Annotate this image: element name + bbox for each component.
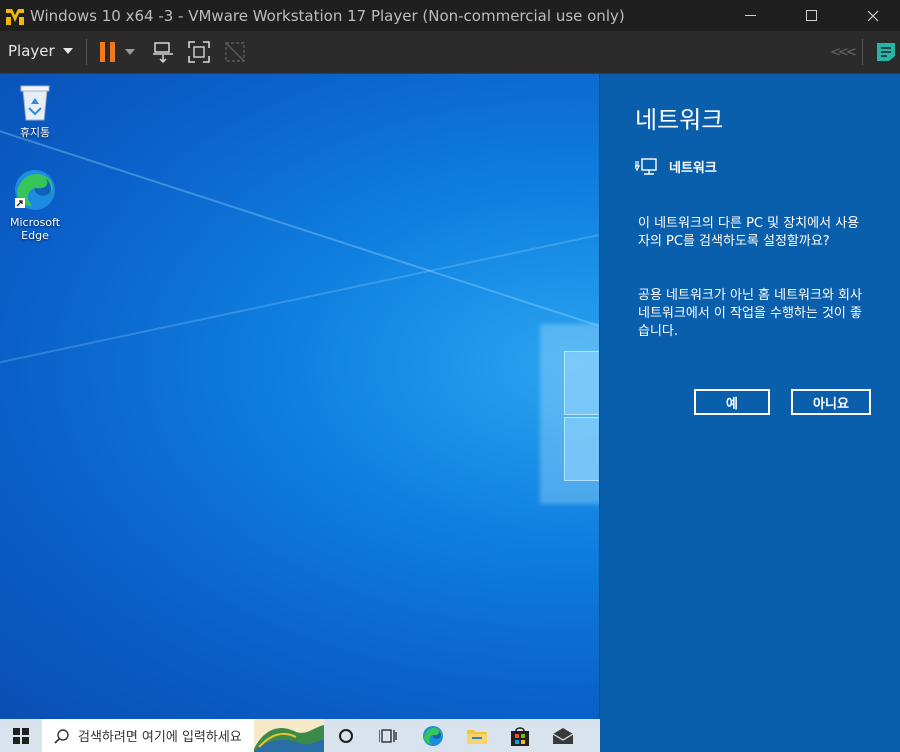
minimize-icon [744, 15, 756, 16]
double-chevron-left-icon: <<< [830, 44, 857, 60]
start-button[interactable] [0, 719, 42, 752]
taskbar-search-box[interactable]: 검색하려면 여기에 입력하세요 [42, 719, 324, 752]
wallpaper-light-beam [0, 114, 600, 348]
network-row: 네트워크 [635, 157, 717, 176]
cortana-circle-icon [339, 728, 353, 743]
edge-icon [15, 170, 55, 210]
toolbar-divider [862, 39, 863, 65]
yes-button[interactable]: 예 [694, 389, 770, 415]
desktop-icon-label: Microsoft Edge [9, 216, 61, 242]
mail-button[interactable] [543, 719, 583, 752]
toolbar-divider [86, 39, 87, 65]
search-icon [54, 728, 69, 744]
minimize-button[interactable] [727, 0, 773, 31]
windows-logo-icon [13, 727, 29, 744]
pause-options-dropdown[interactable] [120, 39, 140, 65]
fullscreen-icon [188, 41, 210, 63]
chevron-down-icon [62, 48, 73, 54]
no-button[interactable]: 아니요 [791, 389, 871, 415]
recycle-bin-icon [20, 85, 50, 121]
wallpaper-window-pane [564, 351, 600, 415]
edge-shortcut[interactable]: Microsoft Edge [0, 168, 70, 242]
pause-button[interactable] [95, 39, 121, 65]
ethernet-network-icon [635, 157, 657, 175]
message-log-button[interactable] [873, 39, 899, 65]
taskbar-edge-button[interactable] [413, 719, 453, 752]
unity-button[interactable] [222, 39, 248, 65]
cortana-button[interactable] [326, 719, 366, 752]
discovery-advice: 공용 네트워크가 아닌 홈 네트워크와 회사 네트워크에서 이 작업을 수행하는… [638, 288, 862, 339]
vmware-titlebar: Windows 10 x64 -3 - VMware Workstation 1… [0, 0, 900, 31]
flyout-title: 네트워크 [635, 106, 724, 134]
pause-icon [100, 42, 115, 62]
unity-disabled-icon [225, 42, 245, 62]
task-view-button[interactable] [368, 719, 408, 752]
microsoft-store-button[interactable] [500, 719, 540, 752]
guest-desktop[interactable]: 휴지통 Microsoft Edge [0, 74, 600, 719]
search-placeholder: 검색하려면 여기에 입력하세요 [78, 730, 242, 745]
edge-icon [423, 725, 443, 746]
search-highlight-image [254, 719, 324, 752]
discovery-question: 이 네트워크의 다른 PC 및 장치에서 사용자의 PC를 검색하도록 설정할까… [638, 216, 860, 249]
fullscreen-button[interactable] [186, 39, 212, 65]
folder-icon [467, 729, 487, 744]
mail-icon [552, 727, 574, 744]
player-menu-label: Player [8, 42, 55, 60]
close-button[interactable] [850, 0, 896, 31]
wallpaper-window-pane [564, 417, 600, 481]
vmware-logo-icon [5, 5, 25, 26]
recycle-bin-shortcut[interactable]: 휴지통 [0, 82, 70, 139]
network-name: 네트워크 [669, 161, 717, 176]
chevron-down-icon [125, 49, 135, 55]
send-ctrl-alt-del-button[interactable] [150, 39, 176, 65]
notes-icon [877, 43, 895, 61]
maximize-icon [805, 10, 817, 21]
close-icon [867, 10, 879, 21]
task-view-icon [379, 728, 397, 743]
player-menu[interactable]: Player [8, 42, 73, 60]
store-bag-icon [511, 726, 529, 746]
network-discovery-flyout: 네트워크 네트워크 이 네트워크의 다른 PC 및 장치에서 사용자의 PC를 … [599, 74, 900, 752]
taskbar: 검색하려면 여기에 입력하세요 [0, 719, 600, 752]
file-explorer-button[interactable] [457, 719, 497, 752]
window-title: Windows 10 x64 -3 - VMware Workstation 1… [30, 6, 625, 25]
maximize-button[interactable] [788, 0, 834, 31]
vmware-toolbar: Player <<< [0, 31, 900, 74]
keyboard-send-icon [153, 42, 173, 64]
collapse-toolbar-button[interactable]: <<< [829, 39, 857, 65]
desktop-icon-label: 휴지통 [19, 126, 51, 139]
